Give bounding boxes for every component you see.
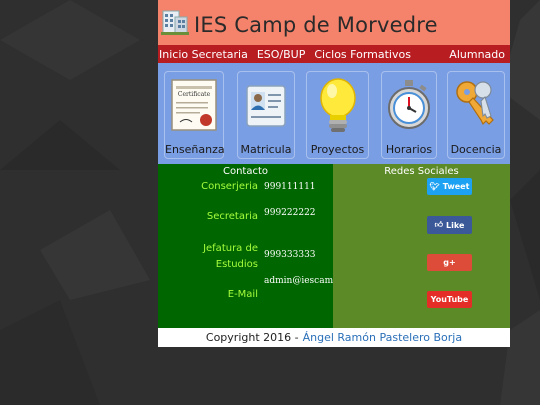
tile-label-matricula: Matricula <box>240 143 292 156</box>
footer: Copyright 2016 - Ángel Ramón Pastelero B… <box>158 328 510 347</box>
section-tiles: Certificate Enseñanza Matricula Proyecto… <box>158 63 510 164</box>
main-nav: Inicio Secretaria ESO/BUP Ciclos Formati… <box>158 45 510 63</box>
youtube-button[interactable]: YouTube <box>427 291 472 308</box>
twitter-icon: 🐦︎ <box>429 182 440 191</box>
googleplus-button[interactable]: g+ <box>427 254 472 271</box>
site-title: IES Camp de Morvedre <box>194 13 438 37</box>
tile-label-ensenanza: Enseñanza <box>165 143 225 156</box>
tile-ensenanza[interactable]: Certificate Enseñanza <box>164 71 225 159</box>
id-card-icon <box>246 85 286 127</box>
nav-eso-bup[interactable]: ESO/BUP <box>257 48 306 61</box>
certificate-icon: Certificate <box>171 79 217 131</box>
lightbulb-icon <box>319 78 356 132</box>
copyright-text: Copyright 2016 - <box>205 331 299 344</box>
contact-label-jefatura: Jefatura de Estudios <box>203 243 258 270</box>
redes-sociales-section: Redes Sociales 🐦︎ Tweet 👍︎ Like g+ YouTu… <box>333 164 510 328</box>
contact-value-conserjeria: 999111111 <box>264 182 316 192</box>
content-area: Contacto Conserjeria 999111111 Secretari… <box>158 164 510 328</box>
thumbs-up-icon: 👍︎ <box>434 220 443 229</box>
twitter-label: Tweet <box>442 182 470 191</box>
tile-matricula[interactable]: Matricula <box>237 71 295 159</box>
twitter-button[interactable]: 🐦︎ Tweet <box>427 178 472 195</box>
contact-value-secretaria: 999222222 <box>264 208 316 218</box>
contact-value-jefatura: 999333333 <box>264 250 316 260</box>
redes-title: Redes Sociales <box>384 166 459 177</box>
stopwatch-icon <box>388 80 430 129</box>
tile-label-docencia: Docencia <box>450 143 502 156</box>
contact-label-email: E-Mail <box>227 289 258 300</box>
header: IES Camp de Morvedre <box>158 0 510 45</box>
nav-ciclos-formativos[interactable]: Ciclos Formativos <box>314 48 411 61</box>
keys-icon <box>456 81 494 126</box>
tile-docencia[interactable]: Docencia <box>447 71 505 159</box>
contact-label-secretaria: Secretaria <box>206 211 258 222</box>
tile-horarios[interactable]: Horarios <box>381 71 437 159</box>
facebook-like-button[interactable]: 👍︎ Like <box>427 216 472 234</box>
building-icon <box>161 10 189 35</box>
contacto-section: Contacto Conserjeria 999111111 Secretari… <box>158 164 352 328</box>
nav-alumnado[interactable]: Alumnado <box>449 48 505 61</box>
nav-inicio-secretaria[interactable]: Inicio Secretaria <box>159 48 248 61</box>
author-link[interactable]: Ángel Ramón Pastelero Borja <box>303 331 462 344</box>
facebook-label: Like <box>446 220 465 230</box>
certificate-text: Certificate <box>178 91 211 98</box>
page: IES Camp de Morvedre Inicio Secretaria E… <box>158 0 510 347</box>
contact-label-conserjeria: Conserjeria <box>201 181 258 192</box>
youtube-label: YouTube <box>430 295 469 304</box>
tile-label-proyectos: Proyectos <box>310 143 365 156</box>
tile-proyectos[interactable]: Proyectos <box>306 71 369 159</box>
googleplus-label: g+ <box>443 258 456 267</box>
tile-label-horarios: Horarios <box>385 143 433 156</box>
contacto-title: Contacto <box>222 166 269 177</box>
